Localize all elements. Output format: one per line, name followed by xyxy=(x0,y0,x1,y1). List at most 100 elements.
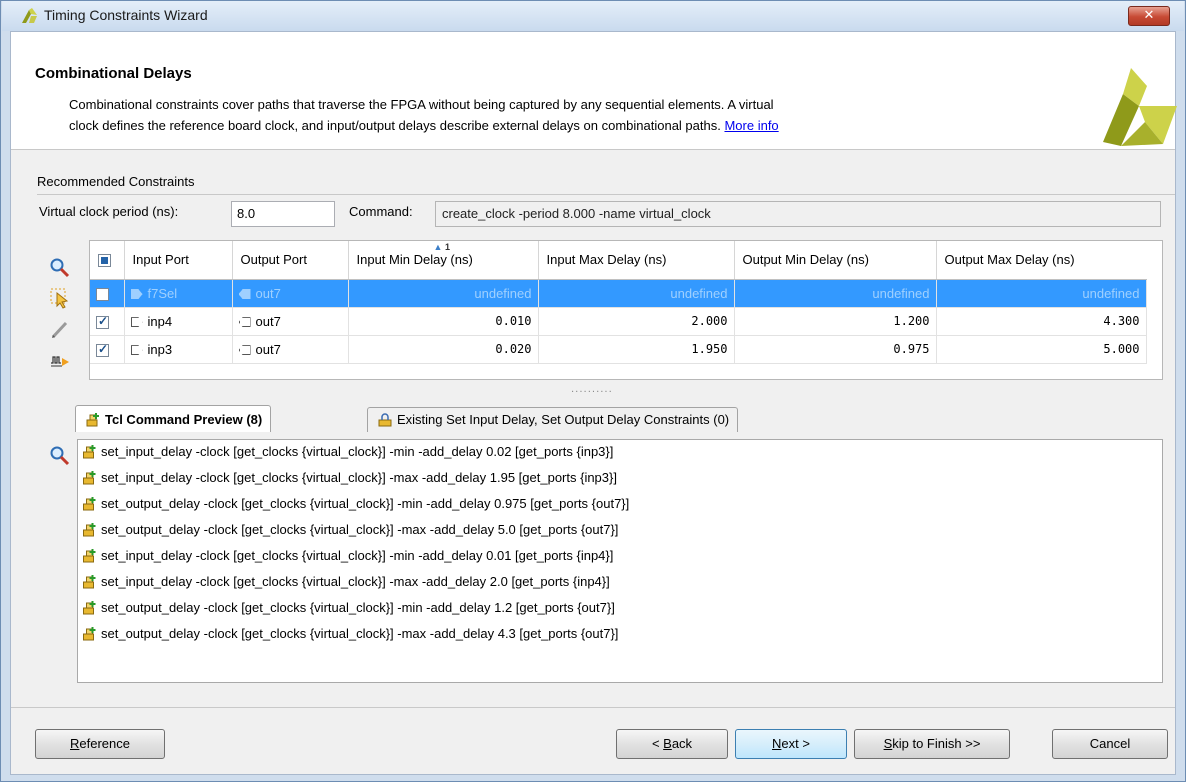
column-label: Input Min Delay (ns) xyxy=(356,252,473,268)
more-info-link[interactable]: More info xyxy=(724,118,778,133)
row-checkbox[interactable] xyxy=(96,342,109,357)
output-max-delay-cell[interactable]: 5.000 xyxy=(936,335,1147,364)
command-text: set_output_delay -clock [get_clocks {vir… xyxy=(101,626,619,641)
tab-tcl-command-preview[interactable]: Tcl Command Preview (8) xyxy=(75,405,272,432)
column-header-output-max-delay[interactable]: Output Max Delay (ns) xyxy=(936,241,1146,280)
mnemonic: N xyxy=(772,736,782,751)
select-all-header[interactable] xyxy=(90,241,125,280)
column-header-input-min-delay[interactable]: ▲ 1 Input Min Delay (ns) xyxy=(348,241,539,280)
table-row[interactable]: f7Sel out7 undefined undefined undefined… xyxy=(90,279,1147,308)
row-checkbox[interactable] xyxy=(96,287,109,301)
list-item[interactable]: set_input_delay -clock [get_clocks {virt… xyxy=(78,440,1162,466)
output-port-icon xyxy=(238,289,251,300)
button-label: eference xyxy=(79,736,130,751)
sort-indicator: ▲ 1 xyxy=(434,242,450,252)
tcl-add-icon xyxy=(83,497,96,511)
reference-button[interactable]: Reference xyxy=(35,729,165,759)
page-description: Combinational constraints cover paths th… xyxy=(69,94,1069,136)
vivado-logo-icon xyxy=(22,8,37,23)
tcl-command-preview[interactable]: set_input_delay -clock [get_clocks {virt… xyxy=(77,439,1163,683)
command-field: create_clock -period 8.000 -name virtual… xyxy=(435,201,1161,227)
table-row[interactable]: inp4 out7 0.010 2.000 1.200 4.300 xyxy=(90,307,1147,336)
cancel-button[interactable]: Cancel xyxy=(1052,729,1168,759)
mnemonic: R xyxy=(70,736,80,751)
column-header-output-min-delay[interactable]: Output Min Delay (ns) xyxy=(734,241,937,280)
input-min-delay-cell[interactable]: 0.010 xyxy=(348,307,539,336)
row-checkbox-cell[interactable] xyxy=(90,307,125,336)
input-max-delay-cell[interactable]: 2.000 xyxy=(538,307,735,336)
tcl-add-icon xyxy=(86,413,99,427)
output-min-delay-cell[interactable]: 0.975 xyxy=(734,335,937,364)
search-icon[interactable] xyxy=(49,257,71,279)
select-all-checkbox[interactable] xyxy=(98,254,111,268)
list-item[interactable]: set_output_delay -clock [get_clocks {vir… xyxy=(78,492,1162,518)
back-button[interactable]: < Back xyxy=(616,729,728,759)
virtual-clock-label: Virtual clock period (ns): xyxy=(39,204,179,219)
tcl-add-icon xyxy=(83,575,96,589)
list-item[interactable]: set_input_delay -clock [get_clocks {virt… xyxy=(78,544,1162,570)
virtual-clock-period-input[interactable]: 8.0 xyxy=(231,201,335,227)
output-port-name: out7 xyxy=(255,313,281,329)
command-text: set_input_delay -clock [get_clocks {virt… xyxy=(101,444,614,459)
page-header: Combinational Delays Combinational const… xyxy=(11,32,1177,150)
input-port-icon xyxy=(130,317,143,328)
mnemonic: B xyxy=(663,736,672,751)
output-max-delay-cell[interactable]: 4.300 xyxy=(936,307,1147,336)
list-item[interactable]: set_output_delay -clock [get_clocks {vir… xyxy=(78,622,1162,648)
tcl-add-icon xyxy=(83,471,96,485)
edit-pencil-icon[interactable] xyxy=(49,319,71,341)
waveform-icon[interactable] xyxy=(49,349,71,371)
vivado-logo-icon xyxy=(1103,68,1177,146)
command-text: set_input_delay -clock [get_clocks {virt… xyxy=(101,470,617,485)
search-icon[interactable] xyxy=(49,445,71,467)
output-port-name: out7 xyxy=(255,285,281,301)
column-header-output-port[interactable]: Output Port xyxy=(232,241,349,280)
sort-index: 1 xyxy=(444,242,450,252)
command-label: Command: xyxy=(349,204,413,219)
column-header-input-port[interactable]: Input Port xyxy=(124,241,233,280)
list-item[interactable]: set_input_delay -clock [get_clocks {virt… xyxy=(78,570,1162,596)
list-item[interactable]: set_input_delay -clock [get_clocks {virt… xyxy=(78,466,1162,492)
splitter-handle[interactable]: ·········· xyxy=(571,387,613,398)
output-min-delay-cell[interactable]: undefined xyxy=(734,279,937,308)
output-max-delay-cell[interactable]: undefined xyxy=(936,279,1147,308)
tab-label: Existing Set Input Delay, Set Output Del… xyxy=(397,412,730,427)
select-arrow-icon[interactable] xyxy=(49,287,71,309)
skip-to-finish-button[interactable]: Skip to Finish >> xyxy=(854,729,1010,759)
footer-divider xyxy=(11,707,1175,708)
table-row[interactable]: inp3 out7 0.020 1.950 0.975 5.000 xyxy=(90,335,1147,364)
column-header-input-max-delay[interactable]: Input Max Delay (ns) xyxy=(538,241,735,280)
tab-existing-constraints[interactable]: Existing Set Input Delay, Set Output Del… xyxy=(367,407,739,432)
input-port-cell: inp4 xyxy=(124,307,233,336)
constraints-table: Input Port Output Port ▲ 1 Input Min Del… xyxy=(89,240,1163,380)
output-port-name: out7 xyxy=(255,341,281,357)
recommended-constraints-label: Recommended Constraints xyxy=(37,174,195,189)
mnemonic: S xyxy=(883,736,893,751)
preview-toolbar xyxy=(49,445,71,471)
button-label: ext > xyxy=(781,736,810,751)
window-title: Timing Constraints Wizard xyxy=(44,7,208,23)
list-item[interactable]: set_output_delay -clock [get_clocks {vir… xyxy=(78,596,1162,622)
row-checkbox[interactable] xyxy=(96,314,109,329)
row-checkbox-cell[interactable] xyxy=(90,279,125,308)
row-checkbox-cell[interactable] xyxy=(90,335,125,364)
button-label: ack xyxy=(671,736,693,751)
input-min-delay-cell[interactable]: undefined xyxy=(348,279,539,308)
input-port-icon xyxy=(130,345,143,356)
button-prefix: < xyxy=(651,736,664,751)
output-min-delay-cell[interactable]: 1.200 xyxy=(734,307,937,336)
title-bar: Timing Constraints Wizard ✕ xyxy=(2,1,1184,31)
input-port-name: inp3 xyxy=(147,341,173,357)
next-button[interactable]: Next > xyxy=(735,729,847,759)
command-text: set_input_delay -clock [get_clocks {virt… xyxy=(101,574,610,589)
input-max-delay-cell[interactable]: undefined xyxy=(538,279,735,308)
sort-arrow-icon: ▲ xyxy=(433,242,443,252)
tab-label: Tcl Command Preview (8) xyxy=(105,412,263,427)
tcl-add-icon xyxy=(83,523,96,537)
tcl-add-icon xyxy=(83,627,96,641)
page-title: Combinational Delays xyxy=(35,65,192,82)
input-min-delay-cell[interactable]: 0.020 xyxy=(348,335,539,364)
input-max-delay-cell[interactable]: 1.950 xyxy=(538,335,735,364)
close-button[interactable]: ✕ xyxy=(1128,6,1170,26)
list-item[interactable]: set_output_delay -clock [get_clocks {vir… xyxy=(78,518,1162,544)
